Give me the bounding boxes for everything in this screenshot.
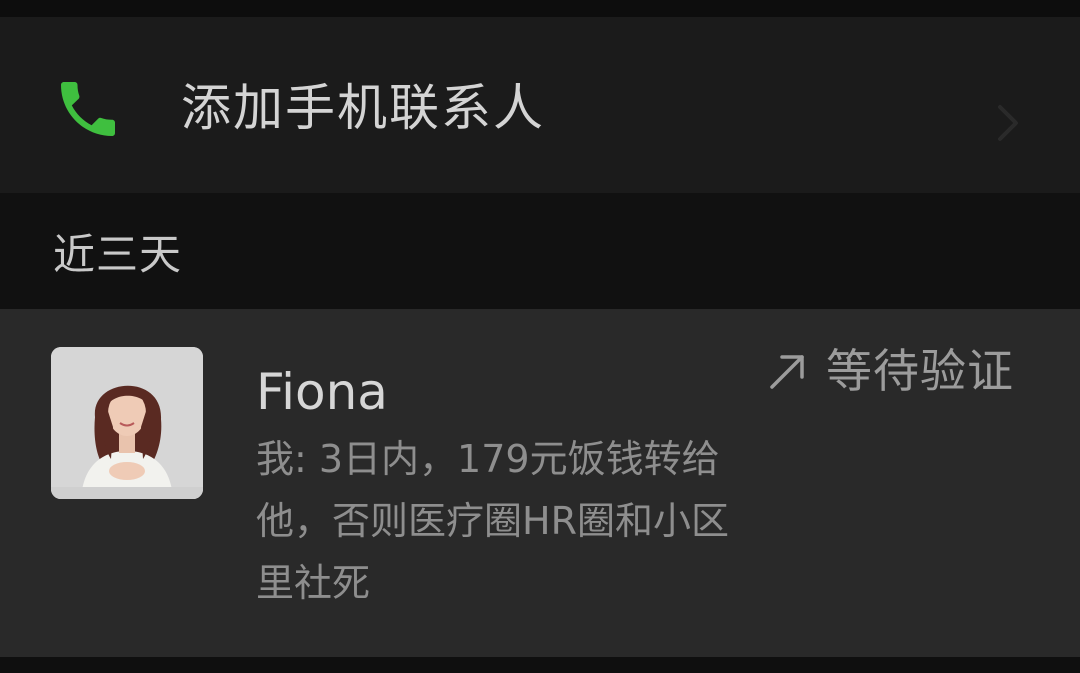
avatar[interactable]: [51, 347, 203, 499]
add-phone-contacts-row[interactable]: 添加手机联系人: [0, 17, 1080, 193]
status-label: 等待验证: [826, 344, 1014, 398]
request-message: 我: 3日内，179元饭钱转给他，否则医疗圈HR圈和小区里社死: [256, 437, 729, 605]
bottom-divider: [0, 657, 1080, 673]
add-phone-contacts-label: 添加手机联系人: [181, 79, 545, 137]
phone-icon: [52, 73, 124, 145]
arrow-up-right-icon: [764, 347, 812, 395]
contact-name: Fiona: [256, 363, 388, 421]
section-title: 近三天: [53, 230, 183, 279]
top-divider: [0, 0, 1080, 17]
status-indicator: 等待验证: [764, 340, 1014, 402]
chevron-right-icon: [992, 101, 1022, 145]
new-friends-page: 添加手机联系人 近三天 Fiona 我: 3日内，179元饭钱转给他，否则医疗圈…: [0, 0, 1080, 673]
